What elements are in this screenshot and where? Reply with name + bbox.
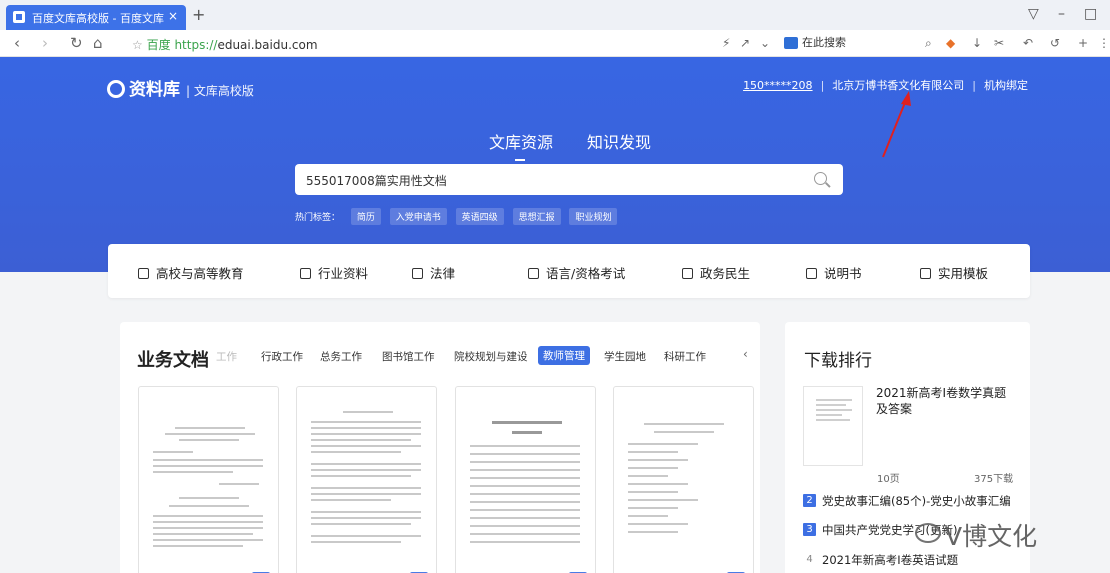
rank-number: 4 <box>806 554 813 565</box>
building-icon <box>682 268 693 279</box>
rank-item-title[interactable]: 2021年新高考Ⅰ卷英语试题 <box>822 552 958 568</box>
rank-item-title[interactable]: 党史故事汇编(85个)-党史小故事汇编 <box>822 493 1011 509</box>
book-icon <box>528 268 539 279</box>
rank-1-pages: 10页 <box>877 474 900 485</box>
filter-tag[interactable]: 总务工作 <box>320 349 362 364</box>
filter-tag[interactable]: 工作 <box>216 349 237 364</box>
scales-icon <box>412 268 423 279</box>
rank-1-thumbnail[interactable] <box>803 386 863 466</box>
filter-tag[interactable]: 图书馆工作 <box>382 349 435 364</box>
category-law[interactable]: 法律 <box>412 263 455 282</box>
filter-tag[interactable]: 学生园地 <box>604 349 646 364</box>
business-docs-title: 业务文档 <box>137 350 209 371</box>
ranking-title: 下载排行 <box>804 351 872 371</box>
doc-card[interactable]: ··· <box>138 386 279 573</box>
doc-card[interactable]: ··· <box>613 386 754 573</box>
document-icon <box>300 268 311 279</box>
filter-scroll-left-button[interactable]: ‹ <box>743 347 748 361</box>
rank-1-downloads: 375下载 <box>974 474 1014 485</box>
category-templates[interactable]: 实用模板 <box>920 263 988 282</box>
rank-1-title[interactable]: 2021新高考Ⅰ卷数学真题及答案 <box>876 385 1016 417</box>
category-language-exam[interactable]: 语言/资格考试 <box>528 263 625 282</box>
graduation-cap-icon <box>138 268 149 279</box>
category-industry[interactable]: 行业资料 <box>300 263 368 282</box>
filter-tag[interactable]: 院校规划与建设 <box>454 349 528 364</box>
category-label: 政务民生 <box>700 266 751 281</box>
category-label: 语言/资格考试 <box>546 266 626 281</box>
category-label: 实用模板 <box>938 266 989 281</box>
category-label: 法律 <box>430 266 456 281</box>
template-icon <box>920 268 931 279</box>
manual-icon <box>806 268 817 279</box>
rank-number: 2 <box>803 494 816 507</box>
watermark-text: V博文化 <box>945 522 1038 551</box>
category-label: 说明书 <box>824 266 862 281</box>
doc-card[interactable]: ··· <box>296 386 437 573</box>
category-bar: 高校与高等教育 行业资料 法律 语言/资格考试 政务民生 说明书 实用模板 <box>108 244 1030 298</box>
watermark: V博文化 <box>915 517 1037 553</box>
category-manual[interactable]: 说明书 <box>806 263 862 282</box>
wechat-icon <box>915 523 941 543</box>
doc-card[interactable]: ··· <box>455 386 596 573</box>
category-label: 行业资料 <box>318 266 369 281</box>
rank-number: 3 <box>803 523 816 536</box>
filter-tag[interactable]: 行政工作 <box>261 349 303 364</box>
category-government[interactable]: 政务民生 <box>682 263 750 282</box>
category-label: 高校与高等教育 <box>156 266 244 281</box>
category-higher-education[interactable]: 高校与高等教育 <box>138 263 244 282</box>
filter-tag[interactable]: 科研工作 <box>664 349 706 364</box>
filter-tag-active[interactable]: 教师管理 <box>538 346 590 365</box>
